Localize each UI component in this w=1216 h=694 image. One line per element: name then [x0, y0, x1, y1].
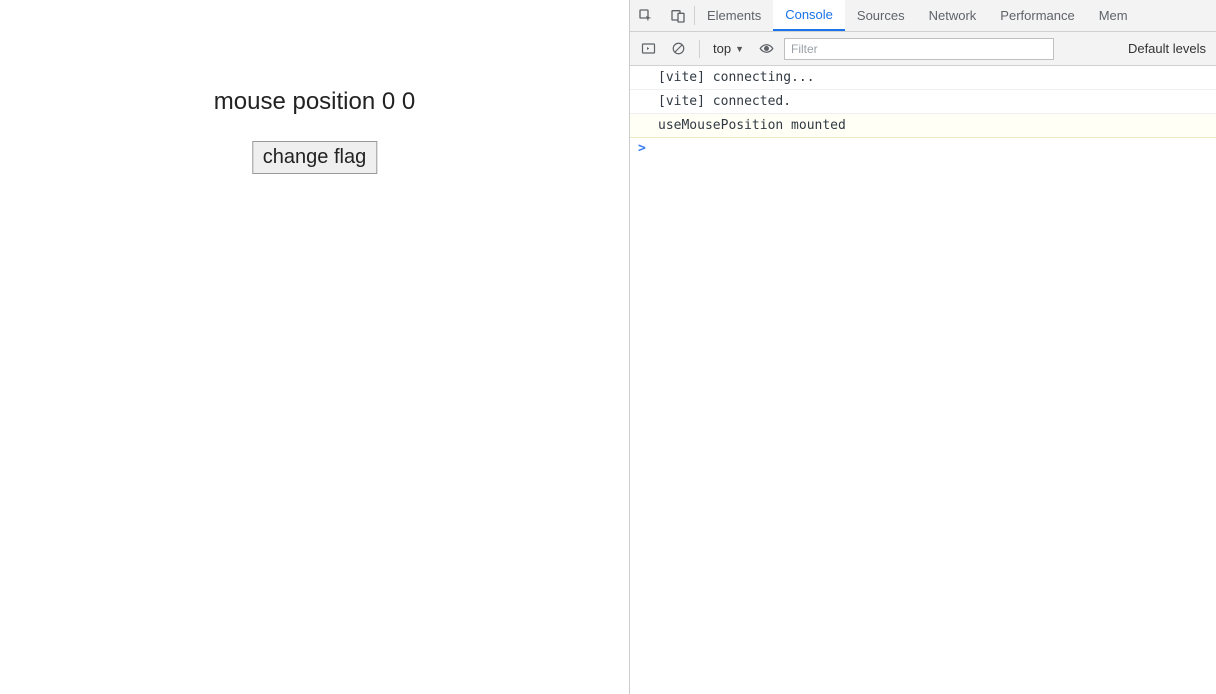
change-flag-button[interactable]: change flag: [252, 141, 377, 174]
tab-console[interactable]: Console: [773, 0, 845, 31]
devtools-tabbar: Elements Console Sources Network Perform…: [630, 0, 1216, 32]
toggle-device-toolbar-icon[interactable]: [662, 0, 694, 31]
prompt-caret-icon: >: [638, 141, 646, 156]
divider: [699, 40, 700, 58]
console-log-row[interactable]: [vite] connected.: [630, 90, 1216, 114]
log-level-label: Default levels: [1128, 41, 1206, 56]
console-log-area: [vite] connecting... [vite] connected. u…: [630, 66, 1216, 694]
clear-console-icon[interactable]: [666, 37, 690, 61]
console-prompt[interactable]: >: [630, 138, 1216, 159]
console-sidebar-toggle-icon[interactable]: [636, 37, 660, 61]
execution-context-label: top: [713, 41, 731, 56]
tab-performance[interactable]: Performance: [988, 0, 1086, 31]
mouse-position-heading: mouse position 0 0: [0, 88, 629, 116]
app-viewport: mouse position 0 0 change flag: [0, 0, 629, 694]
console-log-row[interactable]: [vite] connecting...: [630, 66, 1216, 90]
tab-network[interactable]: Network: [917, 0, 989, 31]
console-toolbar: top ▼ Default levels: [630, 32, 1216, 66]
devtools-panel: Elements Console Sources Network Perform…: [629, 0, 1216, 694]
live-expression-icon[interactable]: [754, 37, 778, 61]
inspect-element-icon[interactable]: [630, 0, 662, 31]
log-level-picker[interactable]: Default levels: [1124, 41, 1210, 56]
tab-sources[interactable]: Sources: [845, 0, 917, 31]
console-filter-input[interactable]: [784, 38, 1054, 60]
console-log-row[interactable]: useMousePosition mounted: [630, 114, 1216, 138]
tab-elements[interactable]: Elements: [695, 0, 773, 31]
execution-context-picker[interactable]: top ▼: [709, 41, 748, 56]
chevron-down-icon: ▼: [735, 44, 744, 54]
tab-memory[interactable]: Mem: [1087, 0, 1140, 31]
